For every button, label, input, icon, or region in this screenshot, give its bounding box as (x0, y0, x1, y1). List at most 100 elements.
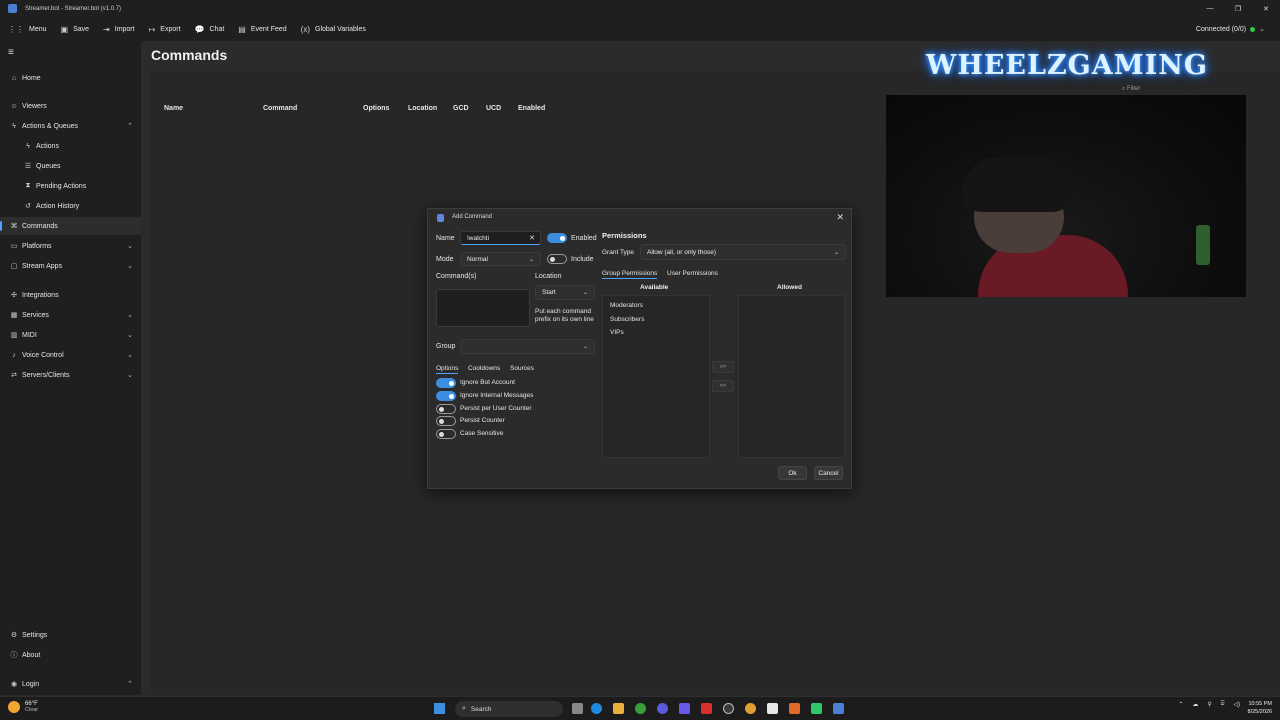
app-logo-icon (8, 4, 17, 13)
sidebar-item-platforms[interactable]: ▭ Platforms ⌄ (0, 237, 141, 255)
sidebar-item-about[interactable]: ⓘ About (0, 646, 141, 664)
ignore-bot-account-toggle[interactable] (436, 378, 456, 388)
sidebar-item-pending-actions[interactable]: ⧗ Pending Actions (0, 177, 141, 195)
persist-per-user-counter-toggle[interactable] (436, 404, 456, 414)
grant-type-select[interactable]: Allow (all, or only those) ⌄ (640, 244, 846, 260)
obs-icon[interactable] (767, 703, 778, 714)
app-icon[interactable] (657, 703, 668, 714)
maximize-button[interactable]: ❐ (1224, 0, 1252, 17)
sidebar-item-settings[interactable]: ⚙ Settings (0, 626, 141, 644)
app-icon[interactable] (789, 703, 800, 714)
column-header-gcd[interactable]: GCD (453, 105, 469, 112)
xbox-icon[interactable] (635, 703, 646, 714)
case-sensitive-toggle[interactable] (436, 429, 456, 439)
sidebar-item-actions-queues[interactable]: ϟ Actions & Queues ⌃ (0, 117, 141, 135)
enabled-toggle[interactable] (547, 233, 567, 243)
sidebar-item-stream-apps[interactable]: ▢ Stream Apps ⌄ (0, 257, 141, 275)
tab-cooldowns[interactable]: Cooldowns (468, 365, 500, 372)
cursor-app-icon[interactable] (723, 703, 734, 714)
network-icon[interactable]: ⌸ (1221, 701, 1225, 708)
task-view-icon[interactable] (572, 703, 583, 714)
chat-button[interactable]: 💬 Chat (195, 25, 225, 34)
chevron-up-icon[interactable]: ⌃ (1178, 701, 1183, 708)
column-header-enabled[interactable]: Enabled (518, 105, 545, 112)
sidebar-item-services[interactable]: ▦ Services ⌄ (0, 306, 141, 324)
hamburger-icon[interactable]: ≡ (8, 47, 14, 58)
list-item[interactable]: VIPs (610, 329, 624, 336)
move-left-button[interactable]: << (712, 380, 734, 392)
filter-input[interactable]: ⌕ Filter (1122, 86, 1140, 93)
app-icon[interactable] (811, 703, 822, 714)
persist-counter-toggle[interactable] (436, 416, 456, 426)
sidebar-item-login[interactable]: ◉ Login ⌃ (0, 675, 141, 693)
chevron-down-icon: ⌄ (127, 312, 133, 319)
menu-button[interactable]: ⋮⋮ Menu (8, 25, 47, 34)
weather-widget[interactable]: 66°F Clear (8, 701, 38, 713)
sidebar-item-integrations[interactable]: ✣ Integrations (0, 286, 141, 304)
import-button[interactable]: ⇥ Import (103, 25, 135, 34)
cancel-button[interactable]: Cancel (814, 466, 843, 480)
export-icon: ↦ (148, 24, 156, 34)
list-item[interactable]: Moderators (610, 302, 643, 309)
name-field[interactable]: !watchti ✕ (460, 231, 541, 245)
tab-group-permissions[interactable]: Group Permissions (602, 270, 658, 279)
sidebar-item-action-history[interactable]: ↺ Action History (0, 197, 141, 215)
microphone-icon[interactable]: ⚲ (1207, 701, 1211, 708)
sidebar-item-voice-control[interactable]: ♪ Voice Control ⌄ (0, 346, 141, 364)
global-variables-button[interactable]: (x) Global Variables (301, 25, 366, 34)
allowed-list[interactable] (738, 295, 845, 458)
sidebar-item-viewers[interactable]: ☺ Viewers (0, 97, 141, 115)
mode-select[interactable]: Normal ⌄ (460, 252, 541, 266)
connection-status[interactable]: Connected (0/0) ⌄ (1196, 17, 1265, 41)
name-label: Name (436, 235, 455, 242)
sidebar-item-label: Actions & Queues (22, 122, 79, 130)
taskbar-search[interactable]: ⌕ Search (455, 701, 563, 717)
cloud-icon[interactable]: ☁ (1192, 701, 1198, 708)
edge-icon[interactable] (591, 703, 602, 714)
group-select[interactable]: ⌄ (460, 339, 595, 354)
sidebar-item-label: Stream Apps (22, 262, 63, 270)
save-button[interactable]: ▣ Save (61, 25, 90, 34)
sidebar-item-servers-clients[interactable]: ⇄ Servers/Clients ⌄ (0, 366, 141, 384)
column-header-command[interactable]: Command (263, 105, 297, 112)
column-header-location[interactable]: Location (408, 105, 437, 112)
import-icon: ⇥ (103, 24, 110, 34)
sidebar-item-actions[interactable]: ϟ Actions (0, 137, 141, 155)
column-header-ucd[interactable]: UCD (486, 105, 501, 112)
commands-textarea[interactable] (436, 289, 530, 327)
tab-options[interactable]: Options (436, 365, 459, 374)
ignore-internal-messages-label: Ignore Internal Messages (460, 392, 534, 399)
sidebar-item-label: Integrations (22, 291, 59, 299)
clear-icon[interactable]: ✕ (529, 234, 535, 242)
clock[interactable]: 10:55 PM 8/25/2026 (1248, 700, 1272, 716)
ignore-internal-messages-toggle[interactable] (436, 391, 456, 401)
list-item[interactable]: Subscribers (610, 316, 644, 323)
file-explorer-icon[interactable] (613, 703, 624, 714)
tab-sources[interactable]: Sources (510, 365, 534, 372)
close-button[interactable]: ✕ (1252, 0, 1280, 17)
export-button[interactable]: ↦ Export (149, 25, 181, 34)
move-right-button[interactable]: >> (712, 361, 734, 373)
sidebar-item-queues[interactable]: ☰ Queues (0, 157, 141, 175)
ok-button[interactable]: Ok (778, 466, 807, 480)
discord-icon[interactable] (679, 703, 690, 714)
minimize-button[interactable]: — (1196, 0, 1224, 17)
group-label: Group (436, 343, 456, 350)
streamerbot-icon[interactable] (833, 703, 844, 714)
sidebar-item-midi[interactable]: ▥ MIDI ⌄ (0, 326, 141, 344)
chrome-icon[interactable] (745, 703, 756, 714)
column-header-options[interactable]: Options (363, 105, 389, 112)
include-toggle[interactable] (547, 254, 567, 264)
youtube-icon[interactable] (701, 703, 712, 714)
event-feed-button[interactable]: ▤ Event Feed (238, 25, 286, 34)
location-select[interactable]: Start ⌄ (535, 285, 595, 300)
volume-icon[interactable]: ◁) (1233, 701, 1240, 708)
feed-icon: ▤ (238, 24, 246, 34)
column-header-name[interactable]: Name (164, 105, 183, 112)
sidebar-item-home[interactable]: ⌂ Home (0, 69, 141, 87)
chevron-down-icon: ⌄ (127, 243, 133, 250)
tab-user-permissions[interactable]: User Permissions (667, 270, 718, 277)
close-icon[interactable]: ✕ (836, 212, 844, 223)
windows-start-icon[interactable] (434, 703, 445, 714)
sidebar-item-commands[interactable]: ⌘ Commands (0, 217, 141, 235)
